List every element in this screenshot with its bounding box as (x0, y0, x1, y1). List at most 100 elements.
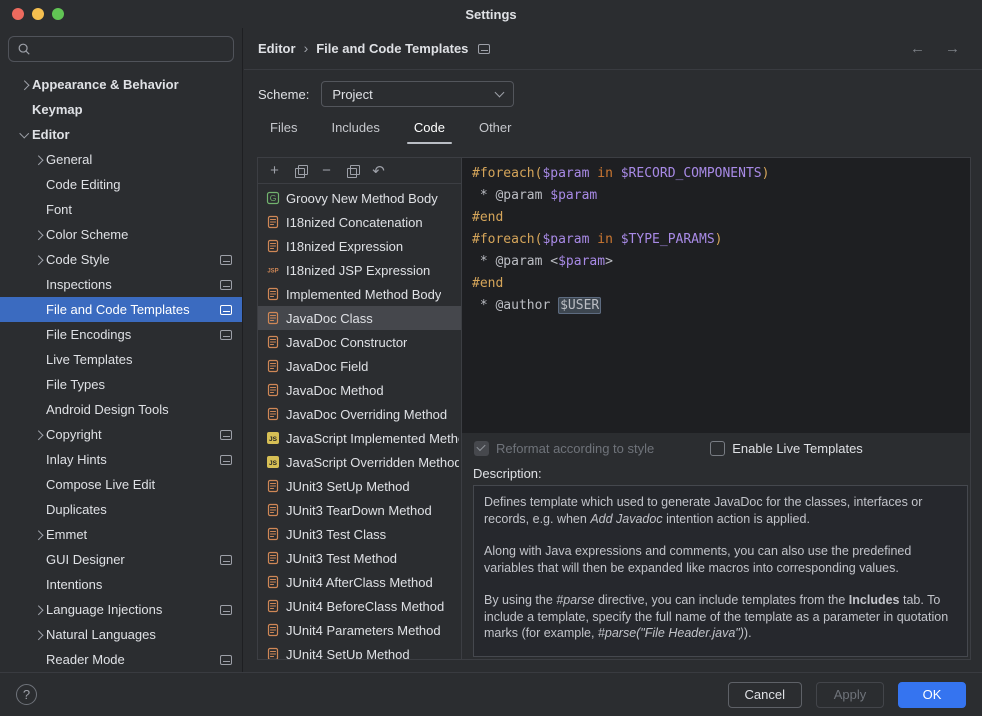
description-paragraph: Along with Java expressions and comments… (484, 543, 957, 576)
per-project-settings-icon (220, 430, 232, 440)
reset-to-default-button[interactable]: ↶ (367, 161, 390, 181)
tab-code[interactable]: Code (401, 114, 458, 144)
sidebar-item-gui-designer[interactable]: GUI Designer (0, 547, 242, 572)
chevron-right-icon[interactable] (30, 152, 46, 168)
template-item-i18nized-concatenation[interactable]: I18nized Concatenation (258, 210, 461, 234)
zoom-button[interactable] (52, 8, 64, 20)
template-item-javadoc-overriding-method[interactable]: JavaDoc Overriding Method (258, 402, 461, 426)
template-item-javadoc-field[interactable]: JavaDoc Field (258, 354, 461, 378)
sidebar-item-editor[interactable]: Editor (0, 122, 242, 147)
chevron-right-icon[interactable] (30, 227, 46, 243)
sidebar-item-general[interactable]: General (0, 147, 242, 172)
sidebar-item-keymap[interactable]: Keymap (0, 97, 242, 122)
template-item-javadoc-class[interactable]: JavaDoc Class (258, 306, 461, 330)
search-box[interactable] (8, 36, 234, 62)
sidebar-item-natural-languages[interactable]: Natural Languages (0, 622, 242, 647)
sidebar-item-emmet[interactable]: Emmet (0, 522, 242, 547)
per-project-settings-icon (220, 605, 232, 615)
template-item-label: JavaDoc Method (286, 383, 384, 398)
chevron-right-icon[interactable] (30, 527, 46, 543)
sidebar-item-file-types[interactable]: File Types (0, 372, 242, 397)
ok-button[interactable]: OK (898, 682, 966, 708)
svg-text:JSP: JSP (267, 269, 278, 275)
template-item-javascript-overridden-method-body[interactable]: JSJavaScript Overridden Method Body (258, 450, 461, 474)
tab-other[interactable]: Other (466, 114, 525, 144)
chevron-right-icon[interactable] (30, 252, 46, 268)
sidebar-item-inlay-hints[interactable]: Inlay Hints (0, 447, 242, 472)
sidebar-item-compose-live-edit[interactable]: Compose Live Edit (0, 472, 242, 497)
template-item-junit3-teardown-method[interactable]: JUnit3 TearDown Method (258, 498, 461, 522)
forward-button[interactable]: → (945, 40, 960, 57)
add-template-button[interactable]: + (263, 161, 286, 181)
apply-button[interactable]: Apply (816, 682, 884, 708)
svg-text:JS: JS (269, 460, 278, 467)
reformat-checkbox[interactable]: Reformat according to style (474, 441, 654, 456)
sidebar-item-file-and-code-templates[interactable]: File and Code Templates (0, 297, 242, 322)
sidebar-item-language-injections[interactable]: Language Injections (0, 597, 242, 622)
back-button[interactable]: ← (910, 40, 925, 57)
chevron-down-icon[interactable] (16, 127, 32, 143)
template-item-javadoc-constructor[interactable]: JavaDoc Constructor (258, 330, 461, 354)
scheme-label: Scheme: (258, 87, 309, 102)
template-editor[interactable]: #foreach($param in $RECORD_COMPONENTS) *… (462, 158, 970, 433)
sidebar-item-intentions[interactable]: Intentions (0, 572, 242, 597)
template-item-junit4-setup-method[interactable]: JUnit4 SetUp Method (258, 642, 461, 659)
sidebar-item-file-encodings[interactable]: File Encodings (0, 322, 242, 347)
template-item-junit3-test-class[interactable]: JUnit3 Test Class (258, 522, 461, 546)
sidebar-item-duplicates[interactable]: Duplicates (0, 497, 242, 522)
chevron-spacer (30, 177, 46, 193)
description-box[interactable]: Defines template which used to generate … (473, 485, 968, 657)
enable-live-templates-checkbox[interactable]: Enable Live Templates (710, 441, 863, 456)
sidebar-item-reader-mode[interactable]: Reader Mode (0, 647, 242, 672)
minimize-button[interactable] (32, 8, 44, 20)
sidebar-item-android-design-tools[interactable]: Android Design Tools (0, 397, 242, 422)
tab-label: Other (479, 120, 512, 135)
template-item-javascript-implemented-method-body[interactable]: JSJavaScript Implemented Method Body (258, 426, 461, 450)
description-text: ). (744, 626, 752, 640)
sidebar-item-label: Appearance & Behavior (32, 77, 179, 92)
template-item-junit4-parameters-method[interactable]: JUnit4 Parameters Method (258, 618, 461, 642)
tab-label: Files (270, 120, 297, 135)
breadcrumb-editor[interactable]: Editor (258, 41, 296, 56)
sidebar-item-code-style[interactable]: Code Style (0, 247, 242, 272)
template-item-junit4-beforeclass-method[interactable]: JUnit4 BeforeClass Method (258, 594, 461, 618)
chevron-right-icon[interactable] (16, 77, 32, 93)
tab-includes[interactable]: Includes (318, 114, 392, 144)
create-child-template-button[interactable] (289, 161, 312, 181)
template-item-i18nized-expression[interactable]: I18nized Expression (258, 234, 461, 258)
template-item-junit3-test-method[interactable]: JUnit3 Test Method (258, 546, 461, 570)
sidebar-item-copyright[interactable]: Copyright (0, 422, 242, 447)
help-button[interactable]: ? (16, 684, 37, 705)
sidebar-item-code-editing[interactable]: Code Editing (0, 172, 242, 197)
template-item-junit3-setup-method[interactable]: JUnit3 SetUp Method (258, 474, 461, 498)
template-icon (266, 407, 280, 421)
template-item-implemented-method-body[interactable]: Implemented Method Body (258, 282, 461, 306)
copy-template-button[interactable] (341, 161, 364, 181)
search-icon (17, 42, 31, 56)
sidebar-item-live-templates[interactable]: Live Templates (0, 347, 242, 372)
tab-files[interactable]: Files (257, 114, 310, 144)
template-item-label: I18nized JSP Expression (286, 263, 430, 278)
code-token: $param (542, 166, 589, 181)
sidebar-item-inspections[interactable]: Inspections (0, 272, 242, 297)
sidebar-item-font[interactable]: Font (0, 197, 242, 222)
cancel-button[interactable]: Cancel (728, 682, 802, 708)
settings-search-input[interactable] (37, 42, 225, 57)
chevron-right-icon[interactable] (30, 602, 46, 618)
remove-template-button[interactable]: − (315, 161, 338, 181)
sidebar-item-label: Code Style (46, 252, 110, 267)
reformat-label: Reformat according to style (496, 441, 654, 456)
code-line: * @param $param (472, 185, 960, 207)
template-item-i18nized-jsp-expression[interactable]: JSP I18nized JSP Expression (258, 258, 461, 282)
chevron-right-icon[interactable] (30, 627, 46, 643)
close-button[interactable] (12, 8, 24, 20)
sidebar-item-color-scheme[interactable]: Color Scheme (0, 222, 242, 247)
scheme-dropdown[interactable]: Project (321, 81, 514, 107)
sidebar-item-appearance-behavior[interactable]: Appearance & Behavior (0, 72, 242, 97)
template-item-groovy-new-method-body[interactable]: GGroovy New Method Body (258, 186, 461, 210)
template-item-javadoc-method[interactable]: JavaDoc Method (258, 378, 461, 402)
template-item-junit4-afterclass-method[interactable]: JUnit4 AfterClass Method (258, 570, 461, 594)
settings-sidebar: Appearance & Behavior KeymapEditorGeneral… (0, 28, 243, 672)
chevron-right-icon[interactable] (30, 427, 46, 443)
template-tabs: Files Includes Code Other (244, 110, 982, 144)
